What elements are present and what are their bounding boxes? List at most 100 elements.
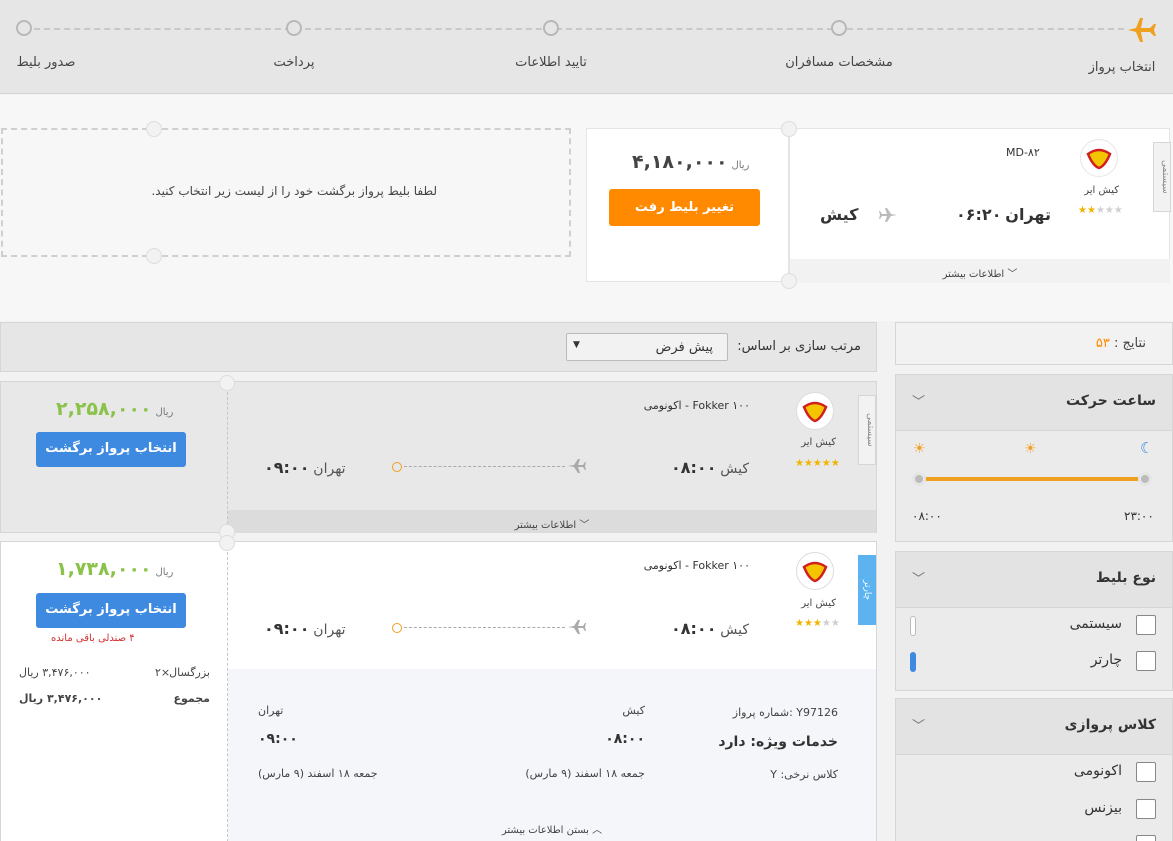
total-price: ۳,۴۷۶,۰۰۰ ریال xyxy=(19,692,103,705)
charter-indicator xyxy=(910,652,916,672)
flight-2-price: ریال ۱,۷۳۸,۰۰۰ xyxy=(56,558,174,580)
airplane-icon xyxy=(1126,14,1158,46)
time-range-to: ۲۳:۰۰ xyxy=(1124,509,1154,523)
flight-1-more-info[interactable]: اطلاعات بیشتر ﹀ xyxy=(228,516,876,531)
time-range-max-handle[interactable] xyxy=(1138,472,1152,486)
kish-air-logo xyxy=(796,552,834,590)
step-dot-payment xyxy=(286,20,302,36)
checkbox-charter[interactable] xyxy=(1136,651,1156,671)
sort-label: مرتب سازی بر اساس: xyxy=(737,339,861,354)
flight-1-arrival: تهران ۰۹:۰۰ xyxy=(264,458,346,477)
sort-bar: مرتب سازی بر اساس: پیش فرض ▼ xyxy=(0,322,877,372)
checkbox-business[interactable] xyxy=(1136,799,1156,819)
fare-class: کلاس نرخی: Y xyxy=(770,768,838,781)
filter-class-header[interactable]: کلاس پروازی ﹀ xyxy=(896,699,1172,755)
sort-select[interactable]: پیش فرض ▼ xyxy=(566,333,728,361)
option-business: بیزنس xyxy=(1084,800,1122,816)
filter-departure-time: ساعت حرکت ﹀ ☀ ☀ ☾ ۰۸:۰۰ ۲۳:۰۰ xyxy=(895,374,1173,542)
airline-rating: ★★★★★ xyxy=(795,618,840,629)
flight-2-details: شماره پرواز: Y97126 خدمات ویژه: دارد کلا… xyxy=(228,669,876,841)
step-select-flight: انتخاب پرواز xyxy=(1088,60,1156,75)
outbound-more-info[interactable]: اطلاعات بیشتر ﹀ xyxy=(790,265,1170,280)
outbound-departure: ۰۶:۲۰ تهران xyxy=(956,205,1051,224)
step-passengers: مشخصات مسافران xyxy=(785,55,893,70)
detail-arr-time: ۰۹:۰۰ xyxy=(258,731,298,747)
step-dot-issue xyxy=(16,20,32,36)
option-economy: اکونومی xyxy=(1073,763,1122,779)
flight-1-type-tab: سیستمی xyxy=(858,395,876,465)
ticket-notch xyxy=(781,273,797,289)
flight-card-2: ریال ۱,۷۳۸,۰۰۰ انتخاب پرواز برگشت ۴ صندل… xyxy=(0,541,877,841)
flight-2-arrival: تهران ۰۹:۰۰ xyxy=(264,619,346,638)
step-dot-passengers xyxy=(831,20,847,36)
adult-count: ۲× xyxy=(155,666,171,679)
airline-name: کیش ایر xyxy=(801,598,836,609)
checkbox-class-more[interactable] xyxy=(1136,835,1156,841)
detail-destination: تهران xyxy=(258,704,284,717)
outbound-type-tab: سیستمی xyxy=(1153,142,1171,212)
detail-dep-date: جمعه ۱۸ اسفند (۹ مارس) xyxy=(525,767,645,780)
chevron-down-icon: ﹀ xyxy=(579,520,590,531)
change-outbound-button[interactable]: تغییر بلیط رفت xyxy=(609,189,760,226)
return-prompt-text: لطفا بلیط پرواز برگشت خود را از لیست زیر… xyxy=(151,184,437,198)
flight-1-departure: ۰۸:۰۰ کیش xyxy=(671,458,750,477)
ticket-notch xyxy=(781,121,797,137)
adult-label: بزرگسال xyxy=(169,666,210,679)
results-count-panel: نتایج : ۵۳ xyxy=(895,322,1173,365)
flight-card-1: ریال ۲,۲۵۸,۰۰۰ انتخاب پرواز برگشت کیش ای… xyxy=(0,381,877,534)
step-confirm: تایید اطلاعات xyxy=(515,55,587,70)
step-issue-ticket: صدور بلیط xyxy=(16,55,76,70)
flight-2-select-button[interactable]: انتخاب پرواز برگشت xyxy=(36,593,186,628)
flight-1-more-bar: اطلاعات بیشتر ﹀ xyxy=(228,510,876,533)
airline-rating: ★★★★★ xyxy=(1078,205,1123,216)
kish-air-logo xyxy=(1080,139,1118,177)
option-charter: چارتر xyxy=(1090,652,1122,668)
moon-icon: ☾ xyxy=(1140,439,1154,457)
kish-air-logo xyxy=(796,392,834,430)
plane-direction-icon xyxy=(567,619,587,635)
time-range-min-handle[interactable] xyxy=(912,472,926,486)
flight-1-aircraft: Fokker ۱۰۰ - اکونومی xyxy=(643,399,750,412)
checkbox-economy[interactable] xyxy=(1136,762,1156,782)
chevron-down-icon: ﹀ xyxy=(912,395,926,410)
chevron-down-icon: ﹀ xyxy=(912,572,926,587)
flight-1-price: ریال ۲,۲۵۸,۰۰۰ xyxy=(56,398,174,420)
total-label: مجموع xyxy=(173,692,210,705)
flight-1-select-button[interactable]: انتخاب پرواز برگشت xyxy=(36,432,186,467)
outbound-destination: کیش xyxy=(820,205,859,224)
ticket-notch xyxy=(146,121,162,137)
detail-dep-time: ۰۸:۰۰ xyxy=(605,731,645,747)
option-systemic: سیستمی xyxy=(1069,616,1122,632)
stepper-line xyxy=(24,28,1124,30)
filter-ticket-type-header[interactable]: نوع بلیط ﹀ xyxy=(896,552,1172,608)
flight-number: شماره پرواز: Y97126 xyxy=(732,706,838,719)
airline-name: کیش ایر xyxy=(1084,185,1119,196)
plane-direction-icon xyxy=(567,458,587,474)
special-services: خدمات ویژه: دارد xyxy=(718,734,838,750)
ticket-notch xyxy=(146,248,162,264)
seats-left: ۴ صندلی باقی مانده xyxy=(51,633,135,644)
outbound-more-bar: اطلاعات بیشتر ﹀ xyxy=(790,259,1170,283)
filter-departure-header[interactable]: ساعت حرکت ﹀ xyxy=(896,375,1172,431)
aircraft-type: MD-۸۲ xyxy=(1006,146,1040,159)
route-line xyxy=(399,627,565,628)
outbound-price-block: ریال ۴,۱۸۰,۰۰۰ تغییر بلیط رفت xyxy=(586,128,789,282)
night-sun-icon: ☀ xyxy=(913,441,926,457)
ticket-notch xyxy=(219,375,235,391)
route-end-dot xyxy=(392,462,402,472)
outbound-info-block: کیش ایر ★★★★★ MD-۸۲ ۰۶:۲۰ تهران کیش اطلا… xyxy=(789,128,1170,283)
ticket-notch xyxy=(219,535,235,551)
chevron-up-icon: ︿ xyxy=(592,825,603,836)
return-prompt-box: لطفا بلیط پرواز برگشت خود را از لیست زیر… xyxy=(1,128,571,257)
checkbox-systemic[interactable] xyxy=(1136,615,1156,635)
time-range-track xyxy=(920,477,1146,481)
close-more-info[interactable]: بستن اطلاعات بیشتر ︿ xyxy=(228,821,876,836)
detail-arr-date: جمعه ۱۸ اسفند (۹ مارس) xyxy=(258,767,378,780)
time-range-from: ۰۸:۰۰ xyxy=(912,509,942,523)
airline-rating: ★★★★★ xyxy=(795,458,840,469)
filter-flight-class: کلاس پروازی ﹀ اکونومی بیزنس xyxy=(895,698,1173,841)
filter-ticket-type: نوع بلیط ﹀ سیستمی چارتر xyxy=(895,551,1173,691)
results-count: نتایج : ۵۳ xyxy=(1095,336,1146,351)
flight-2-aircraft: Fokker ۱۰۰ - اکونومی xyxy=(643,559,750,572)
dropdown-arrow-icon: ▼ xyxy=(573,340,580,350)
